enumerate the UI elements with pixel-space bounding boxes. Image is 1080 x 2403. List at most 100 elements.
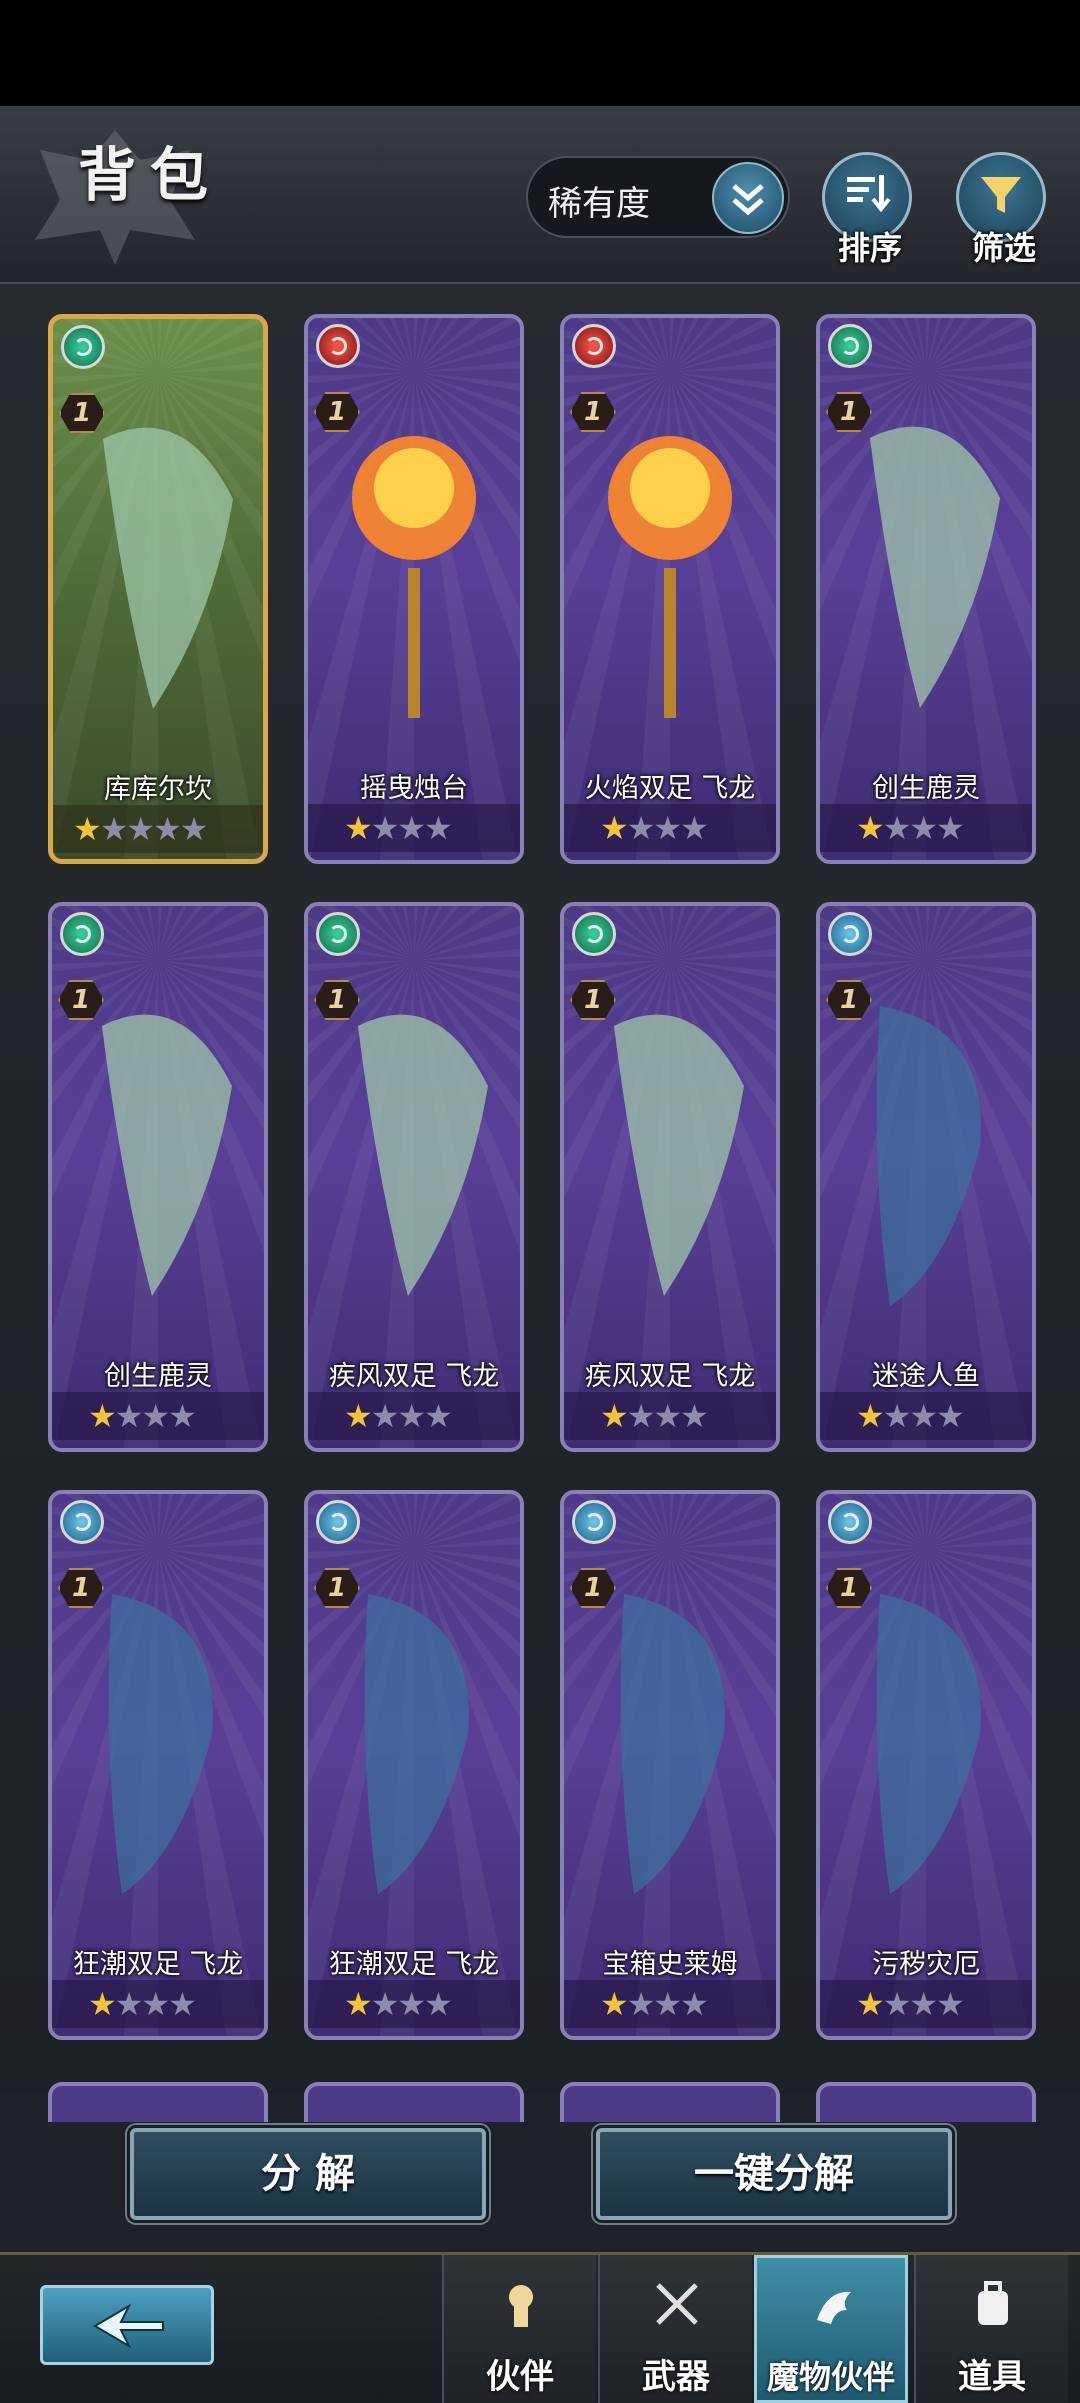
monster-name: 疾风双足 飞龙 [328,1361,500,1392]
card-partial[interactable] [48,2082,268,2122]
star-icon: ★ [126,810,156,848]
monster-portrait [102,1014,232,1296]
water-element-icon [828,912,872,956]
star-icon: ★ [600,1985,629,2023]
star-icon: ★ [179,810,209,848]
monster-card[interactable]: 1 狂潮双足 飞龙 ★ ★ ★ ★ [48,1490,268,2040]
monster-name: 狂潮双足 飞龙 [72,1949,244,1980]
star-icon: ★ [626,1397,656,1435]
star-icon: ★ [936,1397,965,1435]
star-icon: ★ [626,809,656,847]
filter-button[interactable]: 筛选 [956,152,1046,267]
star-icon: ★ [680,1985,709,2023]
star-icon: ★ [856,1397,885,1435]
star-rating: ★ ★ ★ ★ ★ [53,805,263,853]
star-icon: ★ [141,1397,171,1435]
monster-name: 火焰双足 飞龙 [584,773,756,804]
monster-name: 摇曳烛台 [360,773,468,804]
star-icon: ★ [370,1985,400,2023]
sort-button[interactable]: 排序 [822,152,912,267]
card-partial[interactable] [816,2082,1036,2122]
status-bar [0,0,1080,106]
star-rating: ★ ★ ★ ★ [564,1980,776,2028]
star-icon: ★ [936,809,965,847]
star-icon: ★ [653,809,683,847]
monster-card[interactable]: 1 摇曳烛台 ★ ★ ★ ★ [304,314,524,864]
monster-name: 狂潮双足 飞龙 [328,1949,500,1980]
star-icon: ★ [114,1397,144,1435]
monster-card-grid: 1 库库尔坎 ★ ★ ★ ★ ★ 1 摇曳烛台 ★ ★ ★ ★ 1 火焰双足 飞龙 ★ ★ ★ ★ 1 创生鹿灵 ★ ★ ★ ★… [0,284,1080,2094]
star-icon: ★ [397,809,427,847]
star-icon: ★ [370,809,400,847]
monster-card[interactable]: 1 宝箱史莱姆 ★ ★ ★ ★ [560,1490,780,2040]
star-icon: ★ [909,1397,939,1435]
wind-element-icon [828,324,872,368]
star-icon: ★ [153,810,182,848]
monster-card[interactable]: 1 污秽灾厄 ★ ★ ★ ★ [816,1490,1036,2040]
water-element-icon [828,1500,872,1544]
page-title: 背包 [78,141,223,209]
monster-card[interactable]: 1 狂潮双足 飞龙 ★ ★ ★ ★ [304,1490,524,2040]
monster-name: 创生鹿灵 [872,773,980,804]
monster-card[interactable]: 1 疾风双足 飞龙 ★ ★ ★ ★ [304,902,524,1452]
tab-partners[interactable]: 伙伴 [442,2255,596,2403]
back-arrow-icon [93,2303,164,2349]
star-icon: ★ [344,1397,373,1435]
tab-label: 伙伴 [486,2357,554,2397]
star-icon: ★ [680,1397,709,1435]
star-icon: ★ [168,1397,197,1435]
tab-label: 武器 [642,2357,710,2397]
card-partial[interactable] [304,2082,524,2122]
crossed-swords-icon [656,2283,698,2325]
star-icon: ★ [909,1985,939,2023]
decompose-button[interactable]: 分 解 [130,2128,486,2220]
head-icon [509,2285,533,2327]
monster-card[interactable]: 1 火焰双足 飞龙 ★ ★ ★ ★ [560,314,780,864]
monster-portrait [876,1006,981,1306]
star-rating: ★ ★ ★ ★ [564,804,776,852]
sort-dropdown[interactable]: 稀有度 [526,156,790,238]
water-element-icon [572,1500,616,1544]
backpack-icon [978,2281,1008,2325]
monster-portrait [358,1014,488,1296]
star-icon: ★ [600,1397,629,1435]
star-icon: ★ [344,809,373,847]
monster-card[interactable]: 1 疾风双足 飞龙 ★ ★ ★ ★ [560,902,780,1452]
monster-card[interactable]: 1 迷途人鱼 ★ ★ ★ ★ [816,902,1036,1452]
monster-portrait [876,1594,981,1894]
back-button[interactable] [40,2285,214,2365]
sort-button-label: 排序 [837,229,902,267]
star-icon: ★ [73,810,102,848]
monster-name: 疾风双足 飞龙 [584,1361,756,1392]
star-icon: ★ [424,1985,453,2023]
star-icon: ★ [370,1397,400,1435]
tab-label: 道具 [958,2357,1026,2397]
wind-element-icon [572,912,616,956]
tab-items[interactable]: 道具 [914,2255,1068,2403]
star-rating: ★ ★ ★ ★ [308,804,520,852]
monster-portrait [364,1594,469,1894]
star-icon: ★ [856,1985,885,2023]
star-icon: ★ [397,1397,427,1435]
star-icon: ★ [936,1985,965,2023]
tab-label: 魔物伙伴 [766,2358,895,2396]
tab-monster-partners[interactable]: 魔物伙伴 [754,2255,908,2403]
star-icon: ★ [882,1985,912,2023]
star-icon: ★ [344,1985,373,2023]
star-icon: ★ [680,809,709,847]
star-icon: ★ [424,1397,453,1435]
monster-card[interactable]: 1 库库尔坎 ★ ★ ★ ★ ★ [48,314,268,864]
monster-card[interactable]: 1 创生鹿灵 ★ ★ ★ ★ [48,902,268,1452]
star-icon: ★ [397,1985,427,2023]
star-rating: ★ ★ ★ ★ [820,804,1032,852]
double-chevron-down-icon[interactable] [712,162,784,234]
star-rating: ★ ★ ★ ★ [52,1980,264,2028]
dragon-icon [817,2291,851,2324]
one-click-decompose-button[interactable]: 一键分解 [596,2128,952,2220]
tab-weapons[interactable]: 武器 [598,2255,752,2403]
wind-element-icon [61,325,105,369]
card-partial[interactable] [560,2082,780,2122]
monster-name: 污秽灾厄 [872,1949,980,1980]
monster-card[interactable]: 1 创生鹿灵 ★ ★ ★ ★ [816,314,1036,864]
star-rating: ★ ★ ★ ★ [308,1980,520,2028]
